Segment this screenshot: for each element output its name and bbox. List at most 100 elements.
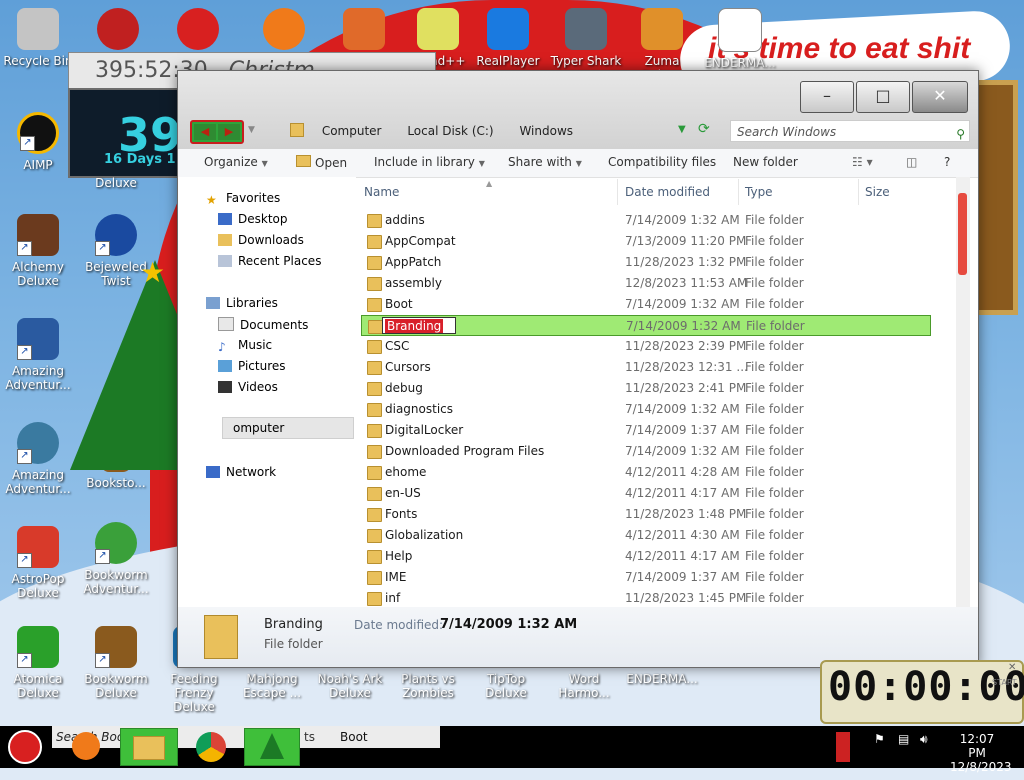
taskbar-christmas-tree[interactable] (244, 728, 300, 766)
nav-desktop[interactable]: Desktop (218, 212, 288, 226)
gate-icon (343, 8, 385, 50)
breadcrumb-local-disk[interactable]: Local Disk (C:) (407, 124, 493, 138)
tray-show-desktop[interactable] (836, 732, 850, 762)
nav-downloads[interactable]: Downloads (218, 233, 304, 247)
table-row-selected[interactable]: Branding 7/14/2009 1:32 AM File folder (361, 315, 931, 336)
folder-icon (367, 424, 382, 438)
table-row[interactable]: Downloaded Program Files 7/14/2009 1:32 A… (361, 441, 931, 462)
tray-flag-icon[interactable]: ⚑ (874, 732, 885, 746)
taskbar-chrome[interactable] (192, 728, 232, 766)
maximize-button[interactable]: □ (856, 81, 910, 113)
table-row[interactable]: addins 7/14/2009 1:32 AM File folder (361, 210, 931, 231)
minimize-button[interactable]: – (800, 81, 854, 113)
desktop-icon-firefox[interactable] (246, 8, 322, 54)
table-row[interactable]: diagnostics 7/14/2009 1:32 AM File folder (361, 399, 931, 420)
desktop-icon-realplayer[interactable]: RealPlayer (470, 8, 546, 68)
nav-pictures[interactable]: Pictures (218, 359, 286, 373)
table-row[interactable]: AppPatch 11/28/2023 1:32 PM File folder (361, 252, 931, 273)
table-row[interactable]: AppCompat 7/13/2009 11:20 PM File folder (361, 231, 931, 252)
desktop-icon-gate[interactable] (326, 8, 402, 54)
table-row[interactable]: IME 7/14/2009 1:37 AM File folder (361, 567, 931, 588)
share-with-button[interactable]: Share with ▼ (508, 155, 582, 169)
table-row[interactable]: Globalization 4/12/2011 4:30 AM File folde… (361, 525, 931, 546)
desktop-icon-amazing-adventures-1[interactable]: ↗ Amazing Adventur... (0, 318, 76, 392)
taskbar-active-task[interactable]: ts Boot (300, 728, 440, 748)
desktop-icon-aimp[interactable]: ↗ AIMP (0, 112, 76, 172)
table-row[interactable]: DigitalLocker 7/14/2009 1:37 AM File folde… (361, 420, 931, 441)
address-dropdown-icon[interactable]: ▼ (678, 124, 686, 135)
desktop-icon-enderman-1[interactable]: ENDERMA... (702, 8, 778, 70)
include-in-library-button[interactable]: Include in library ▼ (374, 155, 485, 169)
scrollbar-thumb[interactable] (958, 193, 967, 275)
desktop-icon-alchemy[interactable]: ↗ Alchemy Deluxe (0, 214, 76, 288)
nav-computer[interactable]: omputer (222, 417, 354, 439)
desktop-icon-recycle-bin[interactable]: Recycle Bin (0, 8, 76, 68)
open-button[interactable]: Open (296, 155, 347, 170)
vertical-scrollbar[interactable] (956, 177, 970, 607)
taskbar-firefox[interactable] (68, 728, 106, 766)
desktop-icon-astropop[interactable]: ↗ AstroPop Deluxe (0, 526, 76, 600)
new-folder-button[interactable]: New folder (733, 155, 798, 169)
astropop-icon: ↗ (17, 526, 59, 568)
desktop-icon-typer-shark[interactable]: Typer Shark (548, 8, 624, 68)
nav-documents[interactable]: Documents (218, 317, 308, 332)
search-input[interactable]: Search Windows ⚲ (730, 120, 970, 142)
nav-network[interactable]: Network (206, 465, 276, 479)
close-button[interactable]: ✕ (912, 81, 968, 113)
rename-input[interactable]: Branding (382, 317, 456, 334)
table-row[interactable]: debug 11/28/2023 2:41 PM File folder (361, 378, 931, 399)
preview-pane-icon[interactable]: ◫ (906, 155, 917, 169)
zuma-icon (641, 8, 683, 50)
tray-volume-icon[interactable]: 🔊︎ (920, 732, 928, 747)
desktop-icon-amazing-adventures-2[interactable]: ↗ Amazing Adventur... (0, 422, 76, 496)
refresh-icon[interactable]: ⟳ (698, 121, 710, 137)
help-icon[interactable]: ? (944, 155, 950, 169)
search-icon[interactable]: ⚲ (956, 123, 965, 145)
forward-arrow-icon[interactable]: ▶ (218, 124, 240, 140)
desktop-icon-bookworm-deluxe[interactable]: ↗ Bookworm Deluxe (78, 626, 154, 700)
table-row[interactable]: Help 4/12/2011 4:17 AM File folder (361, 546, 931, 567)
folder-icon (367, 571, 382, 585)
nav-favorites[interactable]: ★ Favorites (206, 191, 280, 207)
table-row[interactable]: inf 11/28/2023 1:45 PM File folder (361, 588, 931, 609)
desktop-icon-two[interactable] (80, 8, 156, 54)
nav-libraries[interactable]: Libraries (206, 296, 278, 310)
network-icon (206, 466, 220, 478)
amazing-adventures-icon: ↗ (17, 422, 59, 464)
nav-music[interactable]: ♪ Music (218, 338, 272, 354)
desktop-icon-bookworm-adventures[interactable]: ↗ Bookworm Adventur... (78, 522, 154, 596)
column-header-size[interactable]: Size (865, 185, 890, 199)
column-header-type[interactable]: Type (745, 185, 773, 199)
gadget-close-icon[interactable]: ✕ (1008, 662, 1016, 673)
recent-dropdown-icon[interactable]: ▼ (248, 125, 255, 135)
folder-icon (367, 592, 382, 606)
organize-button[interactable]: Organize ▼ (204, 155, 268, 169)
nav-videos[interactable]: Videos (218, 380, 278, 394)
videos-icon (218, 381, 232, 393)
nav-recent-places[interactable]: Recent Places (218, 254, 321, 268)
table-row[interactable]: Cursors 11/28/2023 12:31 ... File folder (361, 357, 931, 378)
table-row[interactable]: Fonts 11/28/2023 1:48 PM File folder (361, 504, 931, 525)
tray-network-icon[interactable]: ▤ (898, 732, 909, 746)
breadcrumb-computer[interactable]: Computer (322, 124, 382, 138)
stopwatch-start-button[interactable]: START (992, 678, 1017, 687)
desktop-icon-red-creature[interactable] (160, 8, 236, 54)
desktop-icon-deluxe[interactable]: Deluxe (78, 176, 154, 190)
back-arrow-icon[interactable]: ◀ (194, 124, 216, 140)
command-bar: Organize ▼ Open Include in library ▼ Sha… (178, 149, 978, 178)
view-options-icon[interactable]: ☷ ▾ (852, 155, 873, 169)
compatibility-files-button[interactable]: Compatibility files (608, 155, 716, 169)
table-row[interactable]: Boot 7/14/2009 1:32 AM File folder (361, 294, 931, 315)
desktop-icon-atomica[interactable]: ↗ Atomica Deluxe (0, 626, 76, 700)
column-header-name[interactable]: Name (364, 185, 399, 199)
table-row[interactable]: assembly 12/8/2023 11:53 AM File folder (361, 273, 931, 294)
details-pane: Branding Date modified: 7/14/2009 1:32 A… (178, 607, 978, 667)
taskbar-explorer[interactable] (120, 728, 178, 766)
table-row[interactable]: ehome 4/12/2011 4:28 AM File folder (361, 462, 931, 483)
table-row[interactable]: en-US 4/12/2011 4:17 AM File folder (361, 483, 931, 504)
column-header-date[interactable]: Date modified (625, 185, 710, 199)
breadcrumb-windows[interactable]: Windows (519, 124, 573, 138)
address-bar[interactable]: Computer Local Disk (C:) Windows (264, 119, 704, 143)
start-button[interactable] (4, 728, 46, 766)
table-row[interactable]: CSC 11/28/2023 2:39 PM File folder (361, 336, 931, 357)
